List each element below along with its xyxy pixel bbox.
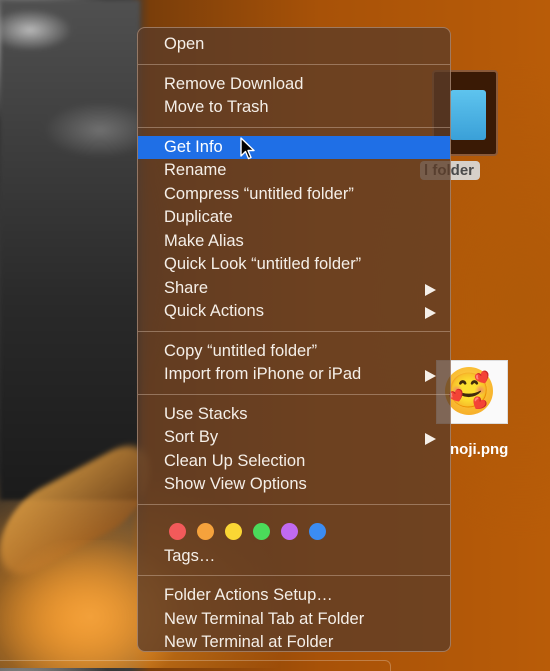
menu-item-label: Use Stacks xyxy=(164,404,248,423)
folder-icon xyxy=(450,90,486,140)
menu-separator xyxy=(138,126,450,128)
submenu-arrow-icon xyxy=(425,433,436,445)
menu-item-label: New Terminal at Folder xyxy=(164,633,334,651)
menu-item-label: Move to Trash xyxy=(164,98,269,116)
menu-item-make-alias[interactable]: Make Alias xyxy=(138,230,450,254)
menu-item-label: Folder Actions Setup… xyxy=(164,586,333,604)
menu-item-clean-up-selection[interactable]: Clean Up Selection xyxy=(138,450,450,474)
menu-item-folder-actions-setup[interactable]: Folder Actions Setup… xyxy=(138,584,450,608)
menu-item-new-terminal-tab-at-folder[interactable]: New Terminal Tab at Folder xyxy=(138,608,450,632)
menu-item-label: Copy “untitled folder” xyxy=(164,341,318,360)
menu-item-label: Open xyxy=(164,35,205,53)
menu-item-label: New Terminal Tab at Folder xyxy=(164,609,365,628)
menu-item-quick-actions[interactable]: Quick Actions xyxy=(138,300,450,324)
menu-item-label: Make Alias xyxy=(164,231,244,250)
menu-item-label: Import from iPhone or iPad xyxy=(164,365,362,383)
menu-separator xyxy=(138,503,450,505)
menu-separator xyxy=(138,63,450,65)
menu-item-remove-download[interactable]: Remove Download xyxy=(138,73,450,97)
menu-separator xyxy=(138,393,450,395)
menu-item-get-info[interactable]: Get Info xyxy=(138,135,450,159)
menu-item-copy-untitled-folder[interactable]: Copy “untitled folder” xyxy=(138,340,450,364)
submenu-arrow-icon xyxy=(425,307,436,319)
menu-item-share[interactable]: Share xyxy=(138,277,450,301)
tag-colors-row xyxy=(138,513,450,545)
menu-item-show-view-options[interactable]: Show View Options xyxy=(138,473,450,497)
menu-item-move-to-trash[interactable]: Move to Trash xyxy=(138,96,450,120)
menu-item-label: Quick Look “untitled folder” xyxy=(164,255,362,273)
menu-item-import-from-iphone-or-ipad[interactable]: Import from iPhone or iPad xyxy=(138,363,450,387)
submenu-arrow-icon xyxy=(425,283,436,296)
menu-separator xyxy=(138,330,450,332)
menu-item-label: Duplicate xyxy=(164,208,233,226)
menu-item-label: Sort By xyxy=(164,428,219,446)
menu-item-label: Share xyxy=(164,278,209,297)
menu-item-duplicate[interactable]: Duplicate xyxy=(138,206,450,230)
menu-item-label: Remove Download xyxy=(164,74,304,93)
tag-purple-button[interactable] xyxy=(281,523,298,540)
menu-item-label: Clean Up Selection xyxy=(164,451,306,470)
tag-green-button[interactable] xyxy=(253,523,270,540)
menu-item-label: Tags… xyxy=(164,546,216,565)
menu-item-new-terminal-at-folder[interactable]: New Terminal at Folder xyxy=(138,631,450,655)
wallpaper-dog-fur xyxy=(0,0,140,500)
window-edge xyxy=(0,660,391,671)
menu-item-tags[interactable]: Tags… xyxy=(138,545,450,569)
menu-item-quick-look-untitled-folder[interactable]: Quick Look “untitled folder” xyxy=(138,253,450,277)
context-menu: Open Remove Download Move to Trash Get Info… xyxy=(137,27,451,652)
mouse-cursor-icon xyxy=(240,137,255,160)
menu-item-open[interactable]: Open xyxy=(138,33,450,57)
tag-yellow-button[interactable] xyxy=(225,523,242,540)
menu-item-label: Show View Options xyxy=(164,475,307,493)
menu-item-rename[interactable]: Rename xyxy=(138,159,450,183)
menu-item-compress-untitled-folder[interactable]: Compress “untitled folder” xyxy=(138,183,450,207)
menu-item-label: Get Info xyxy=(164,137,223,156)
menu-item-label: Compress “untitled folder” xyxy=(164,184,354,203)
submenu-arrow-icon xyxy=(425,370,436,382)
desktop-emoji-file-label[interactable]: noji.png xyxy=(450,441,508,458)
tag-blue-button[interactable] xyxy=(309,523,326,540)
tag-orange-button[interactable] xyxy=(197,523,214,540)
menu-item-label: Rename xyxy=(164,161,227,179)
menu-item-label: Quick Actions xyxy=(164,302,264,320)
emoji-thumbnail-icon: 🥰 xyxy=(445,367,493,415)
menu-separator xyxy=(138,575,450,576)
menu-item-use-stacks[interactable]: Use Stacks xyxy=(138,403,450,427)
tag-red-button[interactable] xyxy=(169,523,186,540)
menu-item-sort-by[interactable]: Sort By xyxy=(138,426,450,450)
